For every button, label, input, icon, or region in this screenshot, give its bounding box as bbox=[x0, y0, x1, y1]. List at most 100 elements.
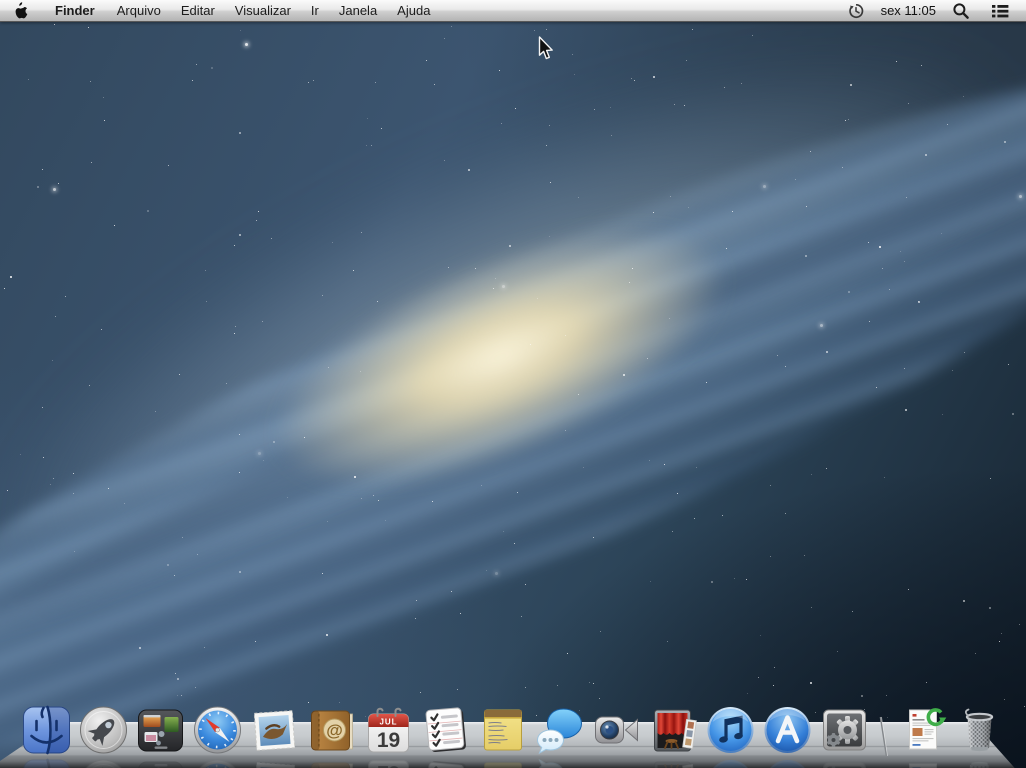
star bbox=[600, 631, 601, 632]
star bbox=[549, 125, 550, 126]
dock-item-contacts[interactable]: @ bbox=[306, 704, 358, 756]
menu-item-visualizar[interactable]: Visualizar bbox=[225, 0, 301, 21]
star bbox=[256, 220, 257, 221]
star bbox=[869, 321, 870, 322]
notification-center-menu[interactable] bbox=[982, 0, 1018, 21]
star bbox=[457, 689, 458, 690]
star bbox=[486, 570, 487, 571]
star bbox=[177, 695, 178, 696]
dock-item-downloads-stack[interactable] bbox=[897, 704, 949, 756]
menu-item-ir[interactable]: Ir bbox=[301, 0, 329, 21]
star bbox=[226, 383, 227, 384]
star bbox=[104, 120, 105, 121]
star bbox=[726, 248, 727, 249]
star bbox=[205, 270, 206, 271]
star bbox=[495, 572, 498, 575]
star bbox=[534, 30, 535, 31]
star bbox=[760, 635, 761, 636]
star bbox=[65, 296, 66, 297]
star bbox=[90, 81, 91, 82]
star bbox=[941, 233, 942, 234]
menu-item-arquivo[interactable]: Arquivo bbox=[107, 0, 171, 21]
menu-item-ajuda[interactable]: Ajuda bbox=[387, 0, 440, 21]
time-machine-menu[interactable] bbox=[839, 0, 873, 21]
dock-item-facetime[interactable] bbox=[591, 704, 643, 756]
star bbox=[848, 291, 850, 293]
starfield bbox=[0, 22, 1026, 768]
star bbox=[546, 29, 547, 30]
star bbox=[1019, 624, 1020, 625]
dock-item-reminders[interactable] bbox=[420, 704, 472, 756]
star bbox=[904, 368, 905, 369]
menu-bar-left: Finder Arquivo Editar Visualizar Ir Jane… bbox=[0, 0, 440, 21]
star bbox=[565, 335, 566, 336]
star bbox=[53, 478, 54, 479]
star bbox=[175, 673, 176, 674]
star bbox=[375, 82, 376, 83]
star bbox=[653, 76, 655, 78]
star bbox=[195, 687, 196, 688]
star bbox=[322, 295, 323, 296]
star bbox=[734, 578, 735, 579]
star bbox=[366, 145, 367, 146]
dock-item-photo-booth[interactable] bbox=[648, 704, 700, 756]
calendar-day-text: 19 bbox=[377, 729, 400, 752]
dock-item-mail[interactable] bbox=[249, 704, 301, 756]
star bbox=[667, 641, 668, 642]
star bbox=[774, 667, 775, 668]
star bbox=[239, 472, 240, 473]
menu-item-finder[interactable]: Finder bbox=[43, 0, 107, 21]
star bbox=[42, 407, 43, 408]
spotlight-menu[interactable] bbox=[944, 0, 978, 21]
star bbox=[947, 124, 948, 125]
star bbox=[258, 452, 261, 455]
star bbox=[722, 515, 723, 516]
dock-item-app-store[interactable] bbox=[762, 704, 814, 756]
star bbox=[20, 454, 21, 455]
star bbox=[770, 485, 771, 486]
star bbox=[235, 326, 236, 327]
dock-item-calendar[interactable]: JUL 19 bbox=[363, 704, 415, 756]
star bbox=[942, 414, 943, 415]
star bbox=[434, 84, 435, 85]
star bbox=[460, 613, 461, 614]
dock-item-safari[interactable] bbox=[192, 704, 244, 756]
star bbox=[758, 677, 759, 678]
star bbox=[499, 70, 500, 71]
star bbox=[475, 268, 476, 269]
dock-item-trash[interactable] bbox=[954, 704, 1006, 756]
star bbox=[103, 97, 104, 98]
star bbox=[73, 473, 74, 474]
dock-item-system-preferences[interactable] bbox=[819, 704, 871, 756]
star bbox=[649, 460, 650, 461]
star bbox=[886, 695, 887, 696]
star bbox=[515, 108, 516, 109]
star bbox=[711, 581, 713, 583]
star bbox=[326, 634, 328, 636]
star bbox=[181, 695, 182, 696]
star bbox=[415, 618, 416, 619]
menu-clock[interactable]: sex 11:05 bbox=[877, 0, 940, 21]
dock-item-notes[interactable] bbox=[477, 704, 529, 756]
star bbox=[503, 531, 504, 532]
menu-item-editar[interactable]: Editar bbox=[171, 0, 225, 21]
star bbox=[785, 366, 786, 367]
star bbox=[925, 154, 927, 156]
calendar-month-text: JUL bbox=[379, 718, 397, 727]
star bbox=[4, 288, 5, 289]
star bbox=[204, 647, 205, 648]
star bbox=[1004, 699, 1005, 700]
star bbox=[327, 521, 328, 522]
star bbox=[192, 80, 193, 81]
desktop-wallpaper[interactable] bbox=[0, 22, 1026, 768]
dock-item-itunes[interactable] bbox=[705, 704, 757, 756]
star bbox=[10, 276, 12, 278]
dock-item-messages[interactable] bbox=[534, 704, 586, 756]
dock-item-finder[interactable] bbox=[21, 704, 73, 756]
dock-item-launchpad[interactable] bbox=[78, 704, 130, 756]
menu-item-janela[interactable]: Janela bbox=[329, 0, 387, 21]
menu-bar: Finder Arquivo Editar Visualizar Ir Jane… bbox=[0, 0, 1026, 22]
star bbox=[565, 430, 566, 431]
dock-item-mission-control[interactable] bbox=[135, 704, 187, 756]
apple-menu[interactable] bbox=[0, 0, 43, 21]
